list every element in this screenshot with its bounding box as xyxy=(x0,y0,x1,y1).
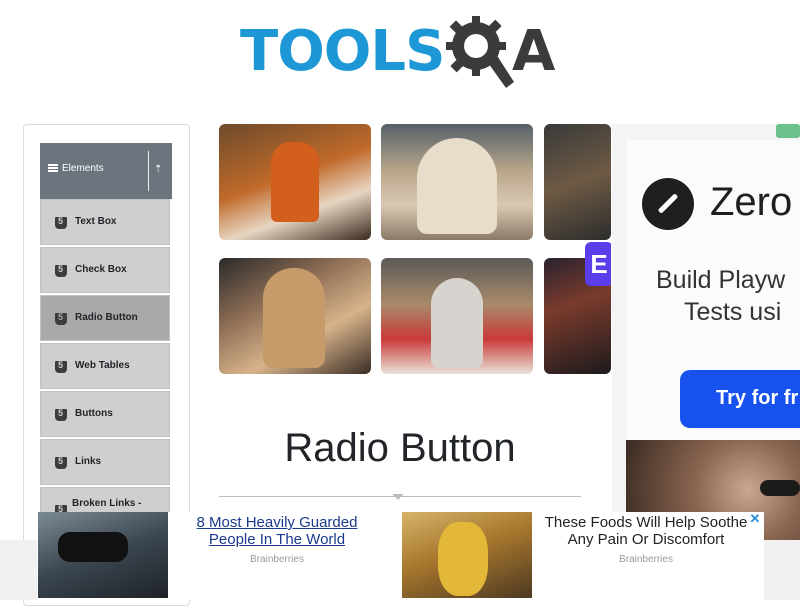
logo-text: TOOLS xyxy=(240,19,445,84)
page-title: Radio Button xyxy=(284,426,516,470)
ad-headline-link[interactable]: These Foods Will Help Soothe Any Pain Or… xyxy=(531,514,761,548)
banner-image[interactable] xyxy=(381,124,533,240)
ad-cta-button[interactable]: Try for fr xyxy=(680,370,800,428)
side-advertisement[interactable]: Zero Build Playw Tests usi Try for fr xyxy=(612,124,800,540)
html5-icon xyxy=(55,456,67,469)
ad-headline-line2: Tests usi xyxy=(684,298,782,326)
html5-icon xyxy=(55,264,67,277)
banner-image[interactable] xyxy=(219,124,371,240)
sidebar-item-web-tables[interactable]: Web Tables xyxy=(40,343,170,389)
ad-thumbnail[interactable] xyxy=(38,512,168,598)
adchoices-icon[interactable] xyxy=(776,124,800,138)
ad-headline-link[interactable]: 8 Most Heavily Guarded People In The Wor… xyxy=(177,514,377,548)
ad-thumbnail[interactable] xyxy=(402,512,532,598)
banner-image[interactable] xyxy=(219,258,371,374)
logo-letter-a: A xyxy=(512,19,556,84)
close-icon[interactable]: ✕ xyxy=(748,512,762,526)
html5-icon xyxy=(55,408,67,421)
html5-icon xyxy=(55,216,67,229)
divider-arrow-icon xyxy=(392,494,404,500)
banner-badge: E xyxy=(585,242,611,286)
ad-text-block: 8 Most Heavily Guarded People In The Wor… xyxy=(177,514,377,565)
sidebar-item-label: Broken Links - xyxy=(72,498,142,509)
html5-icon xyxy=(55,312,67,325)
banner-image[interactable] xyxy=(544,124,611,240)
ad-photo-detail xyxy=(760,480,800,496)
bottom-advertisement[interactable]: 8 Most Heavily Guarded People In The Wor… xyxy=(37,512,764,600)
menu-list: Text Box Check Box Radio Button Web Tabl… xyxy=(40,199,170,535)
group-title: Elements xyxy=(62,163,104,174)
sidebar-item-radio-button[interactable]: Radio Button xyxy=(40,295,170,341)
sidebar-item-text-box[interactable]: Text Box xyxy=(40,199,170,245)
banner-figure xyxy=(263,268,325,368)
sidebar-item-label: Web Tables xyxy=(75,360,130,371)
sidebar-item-label: Links xyxy=(75,456,102,467)
collapse-arrow-icon[interactable]: ⇡ xyxy=(154,164,162,175)
banner-image[interactable] xyxy=(381,258,533,374)
binoculars-figure xyxy=(58,532,128,562)
sidebar-item-label: Text Box xyxy=(75,216,117,227)
html5-icon xyxy=(55,360,67,373)
brand-logo-icon xyxy=(642,178,694,230)
menu-icon xyxy=(48,164,58,172)
sidebar-item-label: Buttons xyxy=(75,408,113,419)
sidebar-item-check-box[interactable]: Check Box xyxy=(40,247,170,293)
sidebar-item-label: Check Box xyxy=(75,264,127,275)
ad-text-block: These Foods Will Help Soothe Any Pain Or… xyxy=(531,514,761,565)
sidebar-item-buttons[interactable]: Buttons xyxy=(40,391,170,437)
banner-figure xyxy=(417,138,497,234)
ad-source: Brainberries xyxy=(619,554,673,565)
toolsqa-logo[interactable]: TOOLS A xyxy=(240,16,566,90)
ad-headline: Build Playw Tests usi xyxy=(656,264,785,328)
mango-figure xyxy=(438,522,488,596)
banner-ad-images[interactable]: E xyxy=(219,124,611,374)
sidebar-item-label: Radio Button xyxy=(75,312,138,323)
banner-figure xyxy=(431,278,483,368)
ad-card: Zero Build Playw Tests usi Try for fr xyxy=(626,140,800,440)
gear-magnifier-icon xyxy=(446,16,514,88)
banner-figure xyxy=(271,142,319,222)
ad-brand-name: Zero xyxy=(710,180,793,224)
sidebar-item-links[interactable]: Links xyxy=(40,439,170,485)
header-divider xyxy=(148,151,149,191)
ad-headline-line1: Build Playw xyxy=(656,266,786,294)
elements-group-header[interactable]: Elements ⇡ xyxy=(40,143,172,199)
ad-source: Brainberries xyxy=(250,554,304,565)
